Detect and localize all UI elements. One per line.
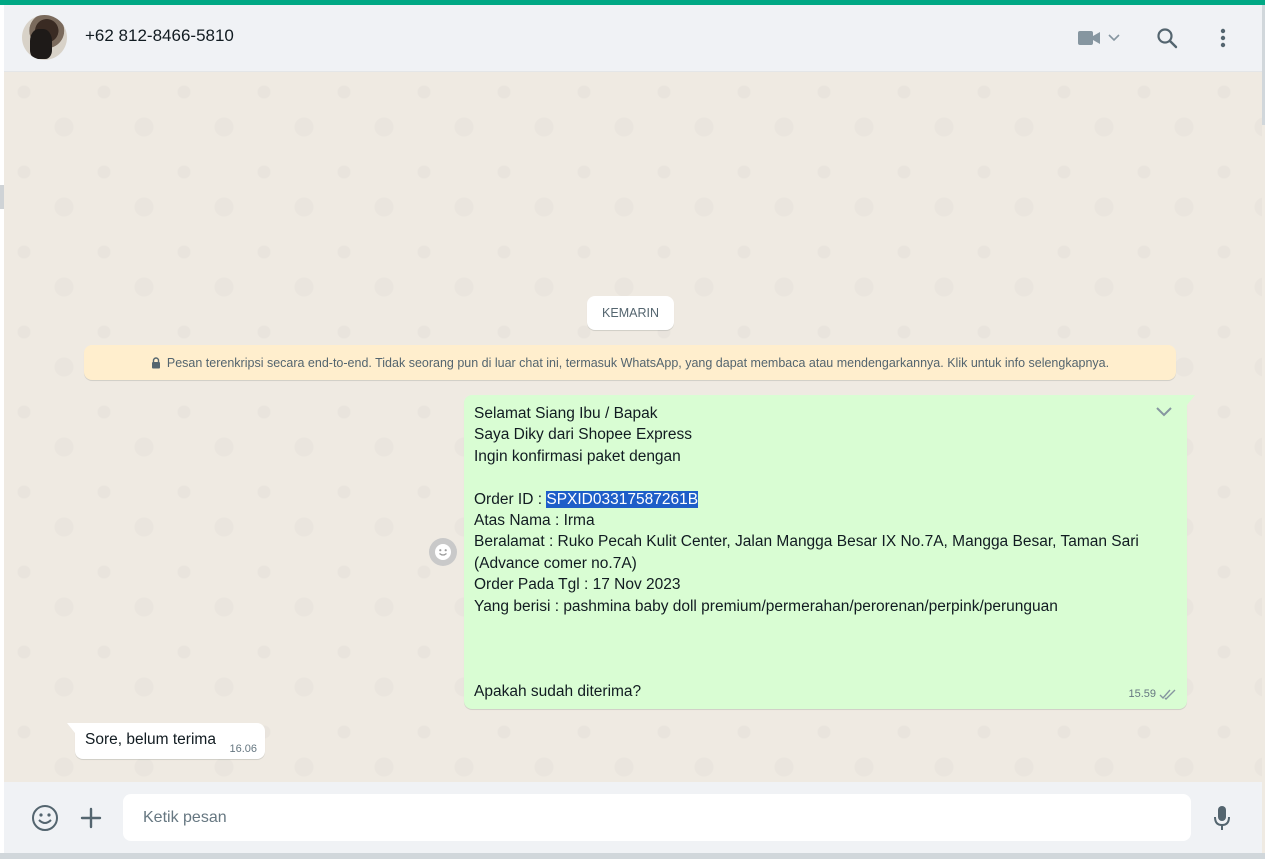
whatsapp-web-app: +62 812-8466-5810 KEMARIN Pesan terenkri… bbox=[0, 0, 1265, 859]
encryption-notice[interactable]: Pesan terenkripsi secara end-to-end. Tid… bbox=[84, 345, 1176, 380]
search-button[interactable] bbox=[1152, 23, 1182, 53]
chat-panel[interactable]: KEMARIN Pesan terenkripsi secara end-to-… bbox=[4, 72, 1262, 782]
smiley-icon bbox=[435, 544, 451, 560]
message-meta: 15.59 bbox=[1128, 684, 1177, 705]
video-camera-icon bbox=[1078, 31, 1100, 45]
reaction-button[interactable] bbox=[429, 538, 457, 566]
outgoing-message-text: Selamat Siang Ibu / Bapak Saya Diky dari … bbox=[474, 403, 1177, 702]
microphone-icon bbox=[1214, 806, 1230, 830]
message-time: 15.59 bbox=[1128, 687, 1156, 700]
emoji-button[interactable] bbox=[28, 801, 62, 835]
date-divider: KEMARIN bbox=[587, 296, 674, 330]
chevron-down-icon bbox=[1156, 407, 1172, 417]
lock-icon bbox=[151, 356, 161, 369]
incoming-message[interactable]: Sore, belum terima 16.06 bbox=[67, 723, 265, 759]
voice-message-button[interactable] bbox=[1205, 801, 1239, 835]
message-line: Order ID : SPXID03317587261B bbox=[474, 490, 699, 508]
chevron-down-icon bbox=[1108, 34, 1120, 42]
message-line bbox=[474, 660, 1177, 681]
message-time: 16.06 bbox=[229, 743, 257, 755]
attach-button[interactable] bbox=[74, 801, 108, 835]
search-icon bbox=[1157, 28, 1178, 49]
selected-order-id[interactable]: SPXID03317587261B bbox=[546, 490, 699, 508]
video-call-button[interactable] bbox=[1074, 23, 1124, 53]
message-line: Atas Nama : Irma bbox=[474, 511, 595, 529]
menu-button[interactable] bbox=[1208, 23, 1238, 53]
contact-name[interactable]: +62 812-8466-5810 bbox=[85, 26, 234, 46]
chat-header[interactable]: +62 812-8466-5810 bbox=[4, 5, 1262, 72]
message-line: Yang berisi : pashmina baby doll premium… bbox=[474, 597, 1058, 615]
message-input[interactable] bbox=[123, 794, 1191, 841]
message-line: Apakah sudah diterima? bbox=[474, 683, 642, 701]
outgoing-message[interactable]: Selamat Siang Ibu / Bapak Saya Diky dari … bbox=[464, 395, 1195, 709]
message-line bbox=[474, 638, 1177, 659]
double-check-icon bbox=[1159, 689, 1176, 700]
encryption-notice-text: Pesan terenkripsi secara end-to-end. Tid… bbox=[166, 355, 1110, 370]
compose-bar bbox=[4, 782, 1262, 853]
message-line bbox=[474, 617, 1177, 638]
message-line: (Advance comer no.7A) bbox=[474, 554, 637, 572]
plus-icon bbox=[80, 807, 102, 829]
window-bottom-edge bbox=[0, 853, 1265, 859]
message-line: Beralamat : Ruko Pecah Kulit Center, Jal… bbox=[474, 533, 1139, 551]
message-line: Selamat Siang Ibu / Bapak bbox=[474, 405, 658, 422]
message-line bbox=[474, 467, 1177, 488]
message-line: Saya Diky dari Shopee Express bbox=[474, 426, 692, 444]
message-menu-button[interactable] bbox=[1155, 403, 1173, 424]
kebab-menu-icon bbox=[1220, 28, 1226, 48]
message-line: Ingin konfirmasi paket dengan bbox=[474, 447, 681, 465]
emoji-icon bbox=[32, 805, 58, 831]
contact-avatar[interactable] bbox=[22, 15, 67, 60]
incoming-message-text: Sore, belum terima bbox=[85, 731, 216, 748]
message-line: Order Pada Tgl : 17 Nov 2023 bbox=[474, 576, 681, 594]
